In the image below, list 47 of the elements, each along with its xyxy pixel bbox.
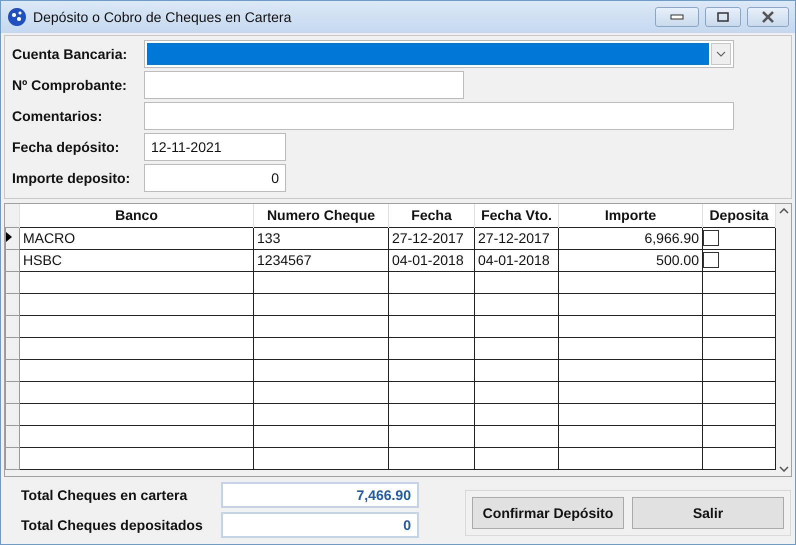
confirm-button[interactable]: Confirmar Depósito: [472, 497, 624, 529]
table-cell: 1234567: [254, 249, 388, 271]
total-value-field: 7,466.90: [221, 482, 419, 508]
field-label: Fecha depósito:: [12, 138, 120, 154]
chevron-down-icon: [716, 50, 726, 56]
deposit-checkbox[interactable]: [703, 252, 719, 268]
row-header[interactable]: [6, 227, 20, 249]
field-label: Comentarios:: [12, 108, 104, 124]
table-cell: 04-01-2018: [474, 249, 558, 271]
total-value-field: 0: [221, 512, 419, 538]
table-cell: HSBC: [20, 249, 254, 271]
input-field[interactable]: 12-11-2021: [144, 132, 286, 160]
field-label: Cuenta Bancaria:: [12, 46, 128, 62]
column-header[interactable]: Deposita: [702, 204, 776, 227]
table-cell: MACRO: [20, 227, 254, 249]
chevron-down-icon: [778, 466, 788, 472]
total-label: Total Cheques depositados: [21, 517, 204, 533]
input-field[interactable]: 0: [144, 164, 286, 192]
window-title: Depósito o Cobro de Cheques en Cartera: [33, 9, 292, 25]
maximize-button[interactable]: [705, 7, 741, 27]
column-header[interactable]: Fecha: [388, 204, 474, 227]
total-label: Total Cheques en cartera: [21, 487, 188, 503]
table-cell: 04-01-2018: [388, 249, 474, 271]
table-cell: 27-12-2017: [474, 227, 558, 249]
field-label: Importe deposito:: [12, 170, 132, 186]
column-header[interactable]: Fecha Vto.: [474, 204, 558, 227]
field-label: Nº Comprobante:: [12, 76, 128, 92]
minimize-icon: [670, 14, 684, 20]
close-button[interactable]: [747, 7, 789, 27]
table-cell: 27-12-2017: [388, 227, 474, 249]
input-field[interactable]: [144, 70, 464, 98]
table-cell: 6,966.90: [558, 227, 702, 249]
app-logo-icon: [7, 7, 27, 27]
chevron-up-icon: [778, 208, 788, 214]
minimize-button[interactable]: [655, 7, 699, 27]
exit-button[interactable]: Salir: [632, 497, 784, 529]
maximize-icon: [717, 12, 729, 22]
table-cell: 133: [254, 227, 388, 249]
column-header[interactable]: Numero Cheque: [254, 204, 388, 227]
column-header[interactable]: Banco: [20, 204, 254, 227]
account-dropdown[interactable]: [144, 40, 734, 68]
row-pointer-icon: [6, 232, 12, 242]
column-header[interactable]: Importe: [558, 204, 702, 227]
table-cell: 500.00: [558, 249, 702, 271]
deposit-checkbox[interactable]: [703, 230, 719, 246]
input-field[interactable]: [144, 102, 734, 130]
close-icon: [761, 11, 775, 23]
